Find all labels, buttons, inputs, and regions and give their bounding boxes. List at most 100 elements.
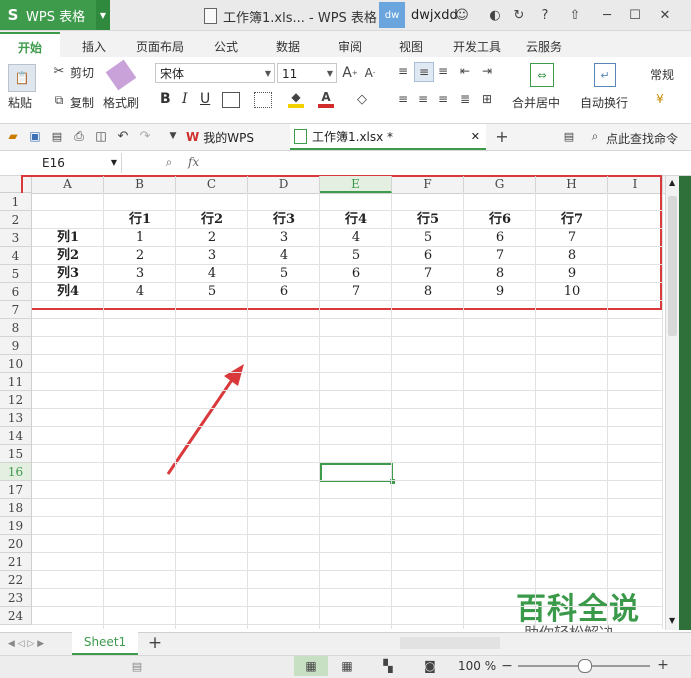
- row-header[interactable]: 13: [0, 409, 32, 427]
- row-header[interactable]: 15: [0, 445, 32, 463]
- export-pdf-icon[interactable]: ▤: [50, 129, 64, 143]
- maximize-icon[interactable]: ☐: [626, 6, 644, 24]
- table-header-cell[interactable]: 行2: [176, 211, 248, 229]
- page-break-view-icon[interactable]: ▦: [338, 658, 356, 674]
- italic-button[interactable]: I: [182, 91, 188, 107]
- bold-button[interactable]: B: [160, 91, 171, 107]
- row-header[interactable]: 12: [0, 391, 32, 409]
- table-cell[interactable]: 3: [248, 229, 320, 247]
- table-row-label[interactable]: 列2: [32, 247, 104, 265]
- user-account[interactable]: dw dwjxdd: [379, 0, 458, 30]
- row-header[interactable]: 18: [0, 499, 32, 517]
- open-folder-icon[interactable]: ▰: [6, 129, 20, 143]
- tab-view[interactable]: 视图: [399, 38, 423, 55]
- app-menu-button[interactable]: S WPS 表格 ▼: [0, 0, 110, 30]
- table-cell[interactable]: 3: [104, 265, 176, 283]
- table-row-label[interactable]: 列4: [32, 283, 104, 301]
- table-cell[interactable]: 2: [176, 229, 248, 247]
- row-header[interactable]: 2: [0, 211, 32, 229]
- customize-quick-access-icon[interactable]: ▼: [166, 129, 180, 143]
- table-header-cell[interactable]: 行1: [104, 211, 176, 229]
- indent-icon[interactable]: ⇥: [480, 64, 494, 78]
- row-header[interactable]: 5: [0, 265, 32, 283]
- underline-button[interactable]: U: [200, 91, 210, 107]
- wrap-text-icon[interactable]: ↵: [594, 63, 616, 87]
- font-color-icon[interactable]: A: [318, 90, 334, 108]
- row-header[interactable]: 3: [0, 229, 32, 247]
- column-header[interactable]: F: [392, 176, 464, 193]
- scroll-down-icon[interactable]: ▼: [669, 616, 675, 625]
- search-icon[interactable]: ⌕: [588, 129, 602, 143]
- scissors-icon[interactable]: ✂: [52, 64, 66, 79]
- table-header-cell[interactable]: 行4: [320, 211, 392, 229]
- justify-icon[interactable]: ≣: [458, 92, 472, 106]
- number-format-select[interactable]: 常规: [650, 66, 674, 83]
- align-top-icon[interactable]: ≡: [396, 64, 410, 78]
- redo-icon[interactable]: ↷: [138, 129, 152, 144]
- tab-developer[interactable]: 开发工具: [453, 38, 501, 55]
- row-header[interactable]: 20: [0, 535, 32, 553]
- column-header[interactable]: B: [104, 176, 176, 193]
- horizontal-scrollbar[interactable]: [400, 637, 500, 649]
- table-header-cell[interactable]: 行3: [248, 211, 320, 229]
- font-size-select[interactable]: 11 ▼: [277, 63, 337, 83]
- scroll-up-icon[interactable]: ▲: [669, 178, 675, 187]
- doc-tab-file[interactable]: 工作簿1.xlsx * ✕: [290, 124, 486, 150]
- table-cell[interactable]: 4: [176, 265, 248, 283]
- chevron-down-icon[interactable]: ▼: [96, 0, 110, 30]
- fill-color-icon[interactable]: ◆: [288, 90, 304, 108]
- table-cell[interactable]: 9: [536, 265, 608, 283]
- close-icon[interactable]: ✕: [656, 6, 674, 24]
- table-cell[interactable]: 7: [392, 265, 464, 283]
- cell-style-icon[interactable]: [254, 92, 272, 108]
- table-cell[interactable]: 4: [248, 247, 320, 265]
- print-icon[interactable]: ⎙: [72, 129, 86, 143]
- side-panel-strip[interactable]: [679, 176, 691, 630]
- column-header[interactable]: H: [536, 176, 608, 193]
- format-painter-button[interactable]: 格式刷: [103, 94, 139, 111]
- zoom-level[interactable]: 100 %: [458, 659, 496, 673]
- new-tab-icon[interactable]: +: [494, 127, 510, 146]
- align-middle-icon[interactable]: ≡: [414, 62, 434, 82]
- row-header[interactable]: 11: [0, 373, 32, 391]
- column-header[interactable]: I: [608, 176, 663, 193]
- row-header[interactable]: 10: [0, 355, 32, 373]
- zoom-formula-icon[interactable]: ⌕: [162, 155, 176, 169]
- vertical-scrollbar[interactable]: ▲ ▼: [665, 176, 680, 630]
- column-header[interactable]: E: [320, 176, 392, 193]
- table-cell[interactable]: 6: [320, 265, 392, 283]
- table-cell[interactable]: 6: [392, 247, 464, 265]
- row-header[interactable]: 24: [0, 607, 32, 625]
- align-center-icon[interactable]: ≡: [416, 92, 430, 106]
- table-cell[interactable]: 5: [392, 229, 464, 247]
- row-header[interactable]: 14: [0, 427, 32, 445]
- restore-ribbon-icon[interactable]: ⇧: [566, 6, 584, 24]
- font-name-select[interactable]: 宋体 ▼: [155, 63, 275, 83]
- tab-insert[interactable]: 插入: [82, 38, 106, 55]
- table-cell[interactable]: 6: [248, 283, 320, 301]
- row-header[interactable]: 16: [0, 463, 32, 481]
- tab-data[interactable]: 数据: [276, 38, 300, 55]
- tab-formulas[interactable]: 公式: [214, 38, 238, 55]
- save-icon[interactable]: ▣: [28, 129, 42, 143]
- row-header[interactable]: 17: [0, 481, 32, 499]
- zoom-out-icon[interactable]: −: [501, 658, 513, 674]
- theme-icon[interactable]: ◐: [486, 6, 504, 24]
- table-cell[interactable]: 7: [320, 283, 392, 301]
- table-cell[interactable]: 8: [536, 247, 608, 265]
- row-header[interactable]: 4: [0, 247, 32, 265]
- name-box[interactable]: E16 ▼: [0, 153, 122, 173]
- scroll-thumb[interactable]: [668, 196, 677, 336]
- table-header-cell[interactable]: 行5: [392, 211, 464, 229]
- table-cell[interactable]: 2: [104, 247, 176, 265]
- table-header-cell[interactable]: 行6: [464, 211, 536, 229]
- zoom-slider-thumb[interactable]: [578, 659, 592, 673]
- row-header[interactable]: 21: [0, 553, 32, 571]
- skin-icon[interactable]: ☺: [453, 6, 471, 24]
- row-header[interactable]: 8: [0, 319, 32, 337]
- table-cell[interactable]: 7: [464, 247, 536, 265]
- align-left-icon[interactable]: ≡: [396, 92, 410, 106]
- table-cell[interactable]: 7: [536, 229, 608, 247]
- tab-list-icon[interactable]: ▤: [562, 129, 576, 143]
- table-cell[interactable]: 5: [176, 283, 248, 301]
